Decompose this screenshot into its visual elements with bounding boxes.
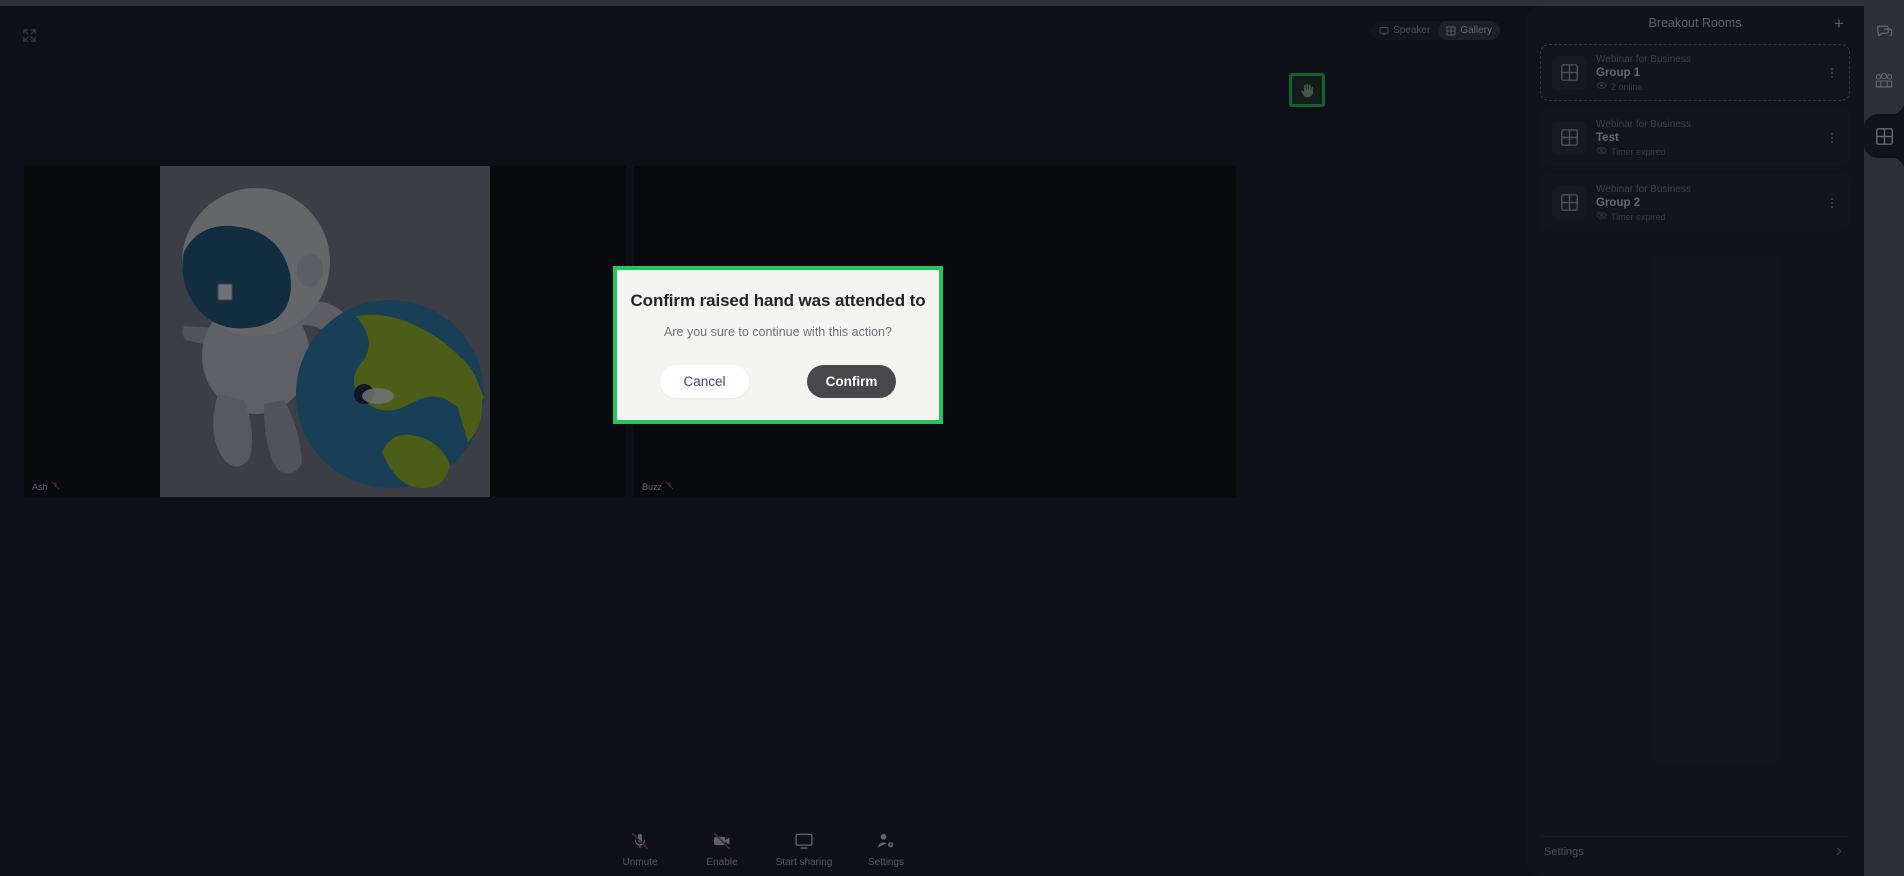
modal-overlay: [0, 0, 1904, 876]
app-root: Speaker Gallery: [0, 0, 1904, 876]
cancel-button[interactable]: Cancel: [660, 365, 749, 398]
dialog-subtitle: Are you sure to continue with this actio…: [664, 325, 892, 339]
dialog-actions: Cancel Confirm: [660, 365, 896, 398]
dialog-title: Confirm raised hand was attended to: [630, 291, 926, 310]
confirm-button[interactable]: Confirm: [807, 365, 896, 398]
confirm-dialog: Confirm raised hand was attended to Are …: [617, 270, 939, 420]
confirm-dialog-highlight: Confirm raised hand was attended to Are …: [613, 266, 943, 424]
